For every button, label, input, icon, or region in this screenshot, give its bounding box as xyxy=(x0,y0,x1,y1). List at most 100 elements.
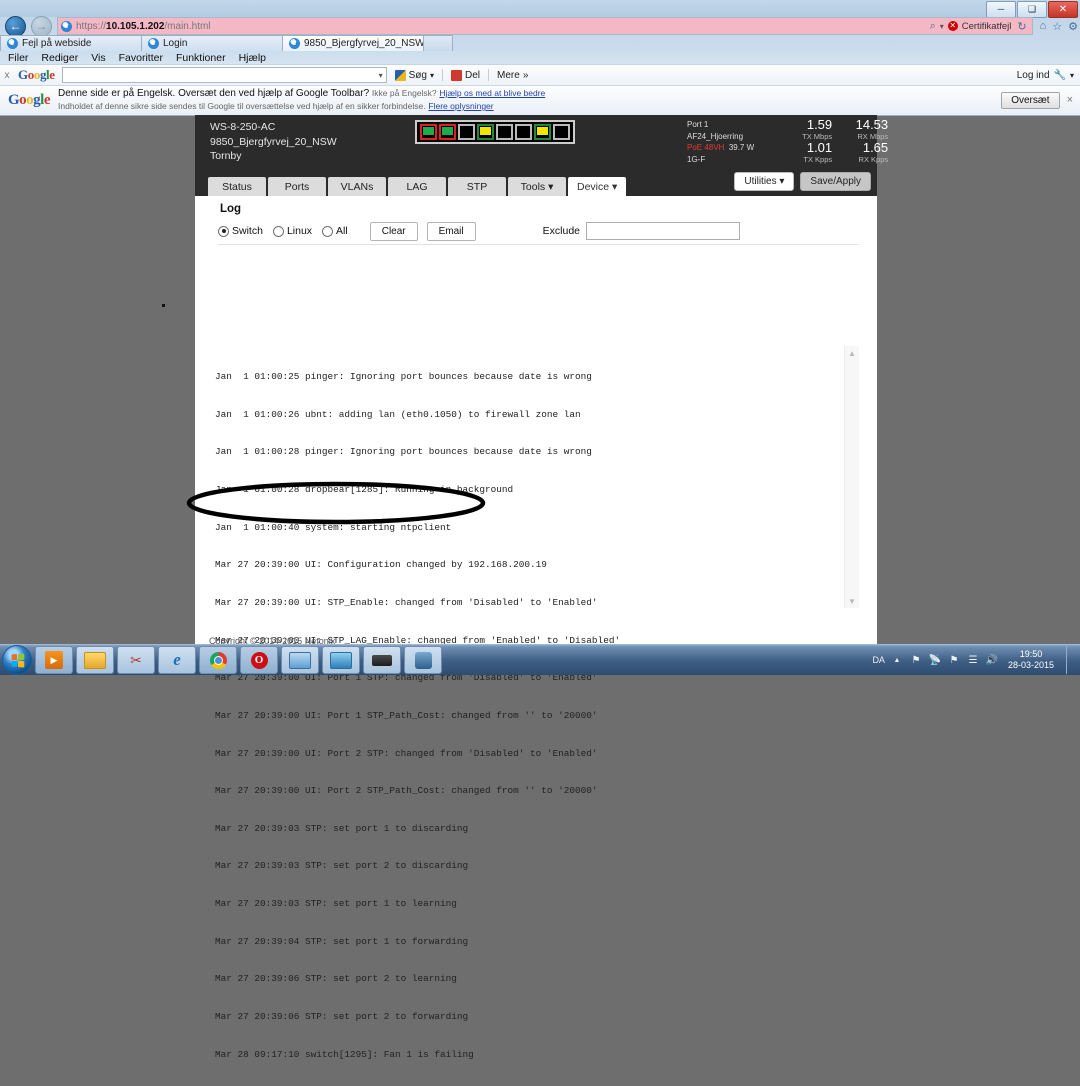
certificate-error-label[interactable]: Certifikatfejl xyxy=(962,21,1012,32)
scroll-down-icon[interactable]: ▼ xyxy=(845,594,859,608)
chevron-down-icon[interactable]: ▾ xyxy=(430,71,434,80)
translate-more-info-link[interactable]: Flere oplysninger xyxy=(428,101,493,111)
port-1[interactable] xyxy=(420,124,437,140)
port-7[interactable] xyxy=(534,124,551,140)
port-8[interactable] xyxy=(553,124,570,140)
taskbar-snipping-tool[interactable]: ✂ xyxy=(117,646,155,674)
taskbar-remote-desktop[interactable] xyxy=(281,646,319,674)
translate-help-link[interactable]: Hjælp os med at blive bedre xyxy=(439,88,545,98)
browser-tab-active[interactable]: 9850_Bjergfyrvej_20_NSW - ... ✕ xyxy=(282,35,424,51)
tab-tools[interactable]: Tools ▾ xyxy=(508,177,566,196)
close-button[interactable]: ✕ xyxy=(1048,1,1078,18)
google-share-button[interactable]: Del xyxy=(451,69,480,81)
email-button[interactable]: Email xyxy=(426,221,476,241)
tab-device[interactable]: Device ▾ xyxy=(568,177,627,196)
port-2[interactable] xyxy=(439,124,456,140)
chevron-down-icon[interactable]: ▾ xyxy=(1070,71,1074,80)
language-indicator[interactable]: DA xyxy=(872,655,885,665)
utilities-button[interactable]: Utilities ▾ xyxy=(734,172,795,191)
action-center-icon[interactable]: ⚑ xyxy=(947,653,961,667)
radio-all-label: All xyxy=(336,225,348,237)
menu-item-filer[interactable]: Filer xyxy=(8,52,28,64)
wrench-icon[interactable]: 🔧 xyxy=(1054,70,1066,81)
home-icon[interactable]: ⌂ xyxy=(1040,20,1047,32)
browser-tab[interactable]: Fejl på webside xyxy=(0,35,142,51)
taskbar-media-player[interactable]: ▶ xyxy=(35,646,73,674)
google-search-button[interactable]: Søg ▾ xyxy=(394,69,434,81)
radio-switch-input[interactable] xyxy=(218,225,229,237)
new-tab-button[interactable] xyxy=(423,35,453,51)
taskbar-virtualbox[interactable] xyxy=(404,646,442,674)
network-icon[interactable]: 📡 xyxy=(928,653,942,667)
stat-value: 1.65 xyxy=(862,140,889,155)
volume-muted-icon[interactable]: 🔊 xyxy=(985,653,999,667)
refresh-icon[interactable]: ↻ xyxy=(1017,20,1026,33)
search-icon[interactable]: ⌕ xyxy=(930,20,936,33)
scroll-up-icon[interactable]: ▲ xyxy=(845,346,859,360)
tab-stp[interactable]: STP xyxy=(448,177,506,196)
save-apply-button[interactable]: Save/Apply xyxy=(800,172,871,191)
menu-item-favoritter[interactable]: Favoritter xyxy=(119,52,163,64)
chevron-down-icon[interactable]: ▾ xyxy=(940,22,944,31)
show-desktop-button[interactable] xyxy=(1066,646,1076,674)
link-speed: 1G-F xyxy=(687,154,706,164)
menu-item-rediger[interactable]: Rediger xyxy=(41,52,78,64)
port-4[interactable] xyxy=(477,124,494,140)
browser-tab[interactable]: Login xyxy=(141,35,283,51)
port-3[interactable] xyxy=(458,124,475,140)
toolbar-close-icon[interactable]: x xyxy=(0,70,14,81)
log-controls: Switch Linux All Clear Email Exclude xyxy=(218,220,857,242)
radio-switch[interactable]: Switch xyxy=(218,225,263,237)
radio-all[interactable]: All xyxy=(322,225,348,237)
menu-item-hjaelp[interactable]: Hjælp xyxy=(239,52,266,64)
log-scrollbar[interactable]: ▲ ▼ xyxy=(844,346,859,608)
tab-lag[interactable]: LAG xyxy=(388,177,446,196)
google-signin-link[interactable]: Log ind xyxy=(1017,70,1050,81)
taskbar-chrome[interactable] xyxy=(199,646,237,674)
usb-drive-icon xyxy=(372,654,392,666)
poe-power: 39.7 W xyxy=(728,143,755,152)
radio-all-input[interactable] xyxy=(322,225,334,237)
clock[interactable]: 19:50 28-03-2015 xyxy=(1004,649,1058,671)
taskbar-usb-drive[interactable] xyxy=(363,646,401,674)
radio-linux[interactable]: Linux xyxy=(272,225,312,237)
clear-button[interactable]: Clear xyxy=(369,221,418,241)
translate-close-icon[interactable]: × xyxy=(1060,94,1080,106)
page-icon xyxy=(61,20,72,32)
gear-icon[interactable]: ⚙ xyxy=(1068,20,1078,33)
menu-item-vis[interactable]: Vis xyxy=(91,52,105,64)
star-icon[interactable]: ☆ xyxy=(1052,20,1062,33)
poe-badge: PoE 48VH xyxy=(687,143,725,152)
address-bar[interactable]: https://10.105.1.202/main.html ⌕ ▾ ✕ Cer… xyxy=(57,17,1033,35)
log-line: Jan 1 01:00:25 pinger: Ignoring port bou… xyxy=(215,371,592,383)
search-colored-icon xyxy=(394,69,406,81)
log-line: Mar 27 20:39:03 STP: set port 2 to disca… xyxy=(215,860,469,872)
taskbar-file-explorer[interactable] xyxy=(76,646,114,674)
port-6[interactable] xyxy=(515,124,532,140)
browser-tab-label: Fejl på webside xyxy=(22,38,92,49)
flag-alert-icon[interactable]: ⚑ xyxy=(909,653,923,667)
radio-linux-input[interactable] xyxy=(272,225,284,237)
tab-ports[interactable]: Ports xyxy=(268,177,326,196)
scissors-icon: ✂ xyxy=(130,651,142,668)
restore-button[interactable]: ❑ xyxy=(1017,1,1047,18)
minimize-button[interactable]: ─ xyxy=(986,1,1016,18)
taskbar-internet-explorer[interactable]: e xyxy=(158,646,196,674)
taskbar-image-viewer[interactable] xyxy=(322,646,360,674)
tab-status[interactable]: Status xyxy=(208,177,266,196)
start-orb[interactable] xyxy=(2,645,32,675)
exclude-input[interactable] xyxy=(586,222,740,240)
chevron-down-icon[interactable]: ▾ xyxy=(379,71,383,80)
google-search-input[interactable]: ▾ xyxy=(61,67,387,83)
selected-port-info: Port 1 AF24_Hjoerring PoE 48VH 39.7 W 1G… xyxy=(687,118,754,165)
menu-item-funktioner[interactable]: Funktioner xyxy=(176,52,226,64)
device-name: 9850_Bjergfyrvej_20_NSW xyxy=(210,135,337,148)
signal-icon[interactable]: ☰ xyxy=(966,653,980,667)
port-5[interactable] xyxy=(496,124,513,140)
tray-expand-icon[interactable]: ▲ xyxy=(890,653,904,667)
stat-rx-mbps: 14.53 RX Mbps xyxy=(832,118,889,142)
tab-vlans[interactable]: VLANs xyxy=(328,177,386,196)
taskbar-opera[interactable]: O xyxy=(240,646,278,674)
google-more-button[interactable]: Mere» xyxy=(497,70,528,81)
translate-button[interactable]: Oversæt xyxy=(1001,91,1060,109)
